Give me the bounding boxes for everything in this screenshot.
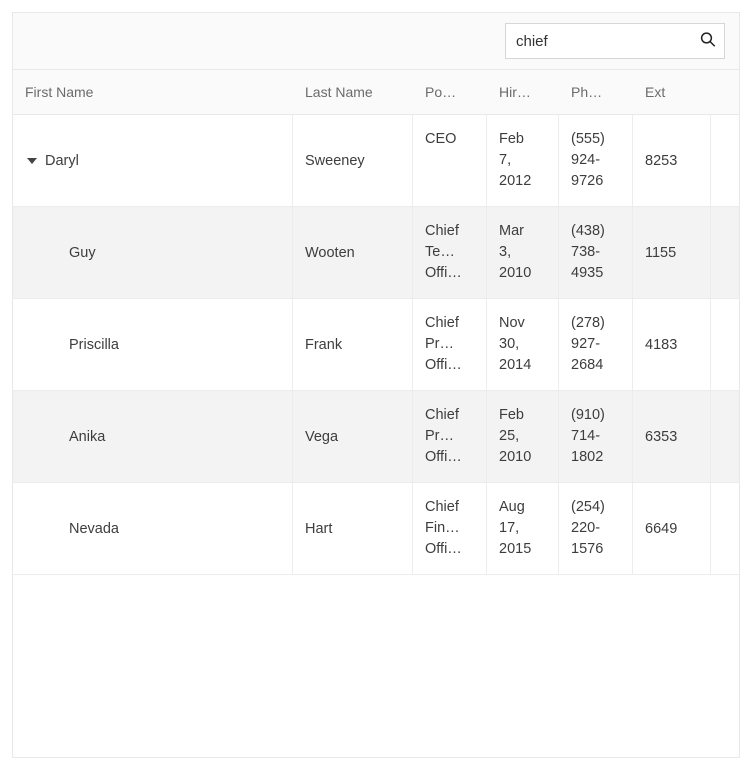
search-input[interactable]	[505, 23, 725, 59]
cell-first-name: Nevada	[13, 483, 293, 574]
table-row[interactable]: Anika VegaChiefPr…Offi…Feb25,2010(910)714…	[13, 391, 739, 483]
header-phone[interactable]: Ph…	[559, 70, 633, 114]
first-name-text: Nevada	[69, 521, 119, 537]
cell-spacer	[711, 483, 739, 574]
cell-last-name: Sweeney	[293, 115, 413, 206]
cell-ext: 4183	[633, 299, 711, 390]
header-first-name[interactable]: First Name	[13, 70, 293, 114]
cell-hire-date: Mar3,2010	[487, 207, 559, 298]
first-name-text: Guy	[69, 245, 96, 261]
header-position[interactable]: Po…	[413, 70, 487, 114]
treelist-grid: First Name Last Name Po… Hir… Ph… Ext Da…	[13, 70, 739, 575]
cell-first-name: Daryl	[13, 115, 293, 206]
search-wrap	[505, 23, 725, 59]
cell-last-name: Wooten	[293, 207, 413, 298]
cell-position: CEO	[413, 115, 487, 206]
cell-hire-date: Aug17,2015	[487, 483, 559, 574]
cell-ext: 6649	[633, 483, 711, 574]
expand-icon[interactable]	[27, 158, 37, 164]
cell-first-name: Anika	[13, 391, 293, 482]
cell-ext: 6353	[633, 391, 711, 482]
cell-hire-date: Feb7,2012	[487, 115, 559, 206]
cell-position: ChiefFin…Offi…	[413, 483, 487, 574]
first-name-text: Priscilla	[69, 337, 119, 353]
table-row[interactable]: Daryl SweeneyCEOFeb7,2012(555)924-9726825…	[13, 115, 739, 207]
cell-spacer	[711, 391, 739, 482]
first-name-text: Daryl	[45, 153, 79, 169]
cell-phone: (254)220-1576	[559, 483, 633, 574]
cell-phone: (910)714-1802	[559, 391, 633, 482]
cell-last-name: Vega	[293, 391, 413, 482]
header-spacer	[711, 70, 739, 114]
header-ext[interactable]: Ext	[633, 70, 711, 114]
cell-last-name: Frank	[293, 299, 413, 390]
cell-position: ChiefPr…Offi…	[413, 299, 487, 390]
cell-position: ChiefPr…Offi…	[413, 391, 487, 482]
treelist-panel: First Name Last Name Po… Hir… Ph… Ext Da…	[12, 12, 740, 758]
cell-spacer	[711, 207, 739, 298]
cell-hire-date: Nov30,2014	[487, 299, 559, 390]
cell-ext: 1155	[633, 207, 711, 298]
header-hire-date[interactable]: Hir…	[487, 70, 559, 114]
cell-first-name: Guy	[13, 207, 293, 298]
cell-hire-date: Feb25,2010	[487, 391, 559, 482]
table-body: Daryl SweeneyCEOFeb7,2012(555)924-9726825…	[13, 115, 739, 575]
cell-spacer	[711, 115, 739, 206]
cell-first-name: Priscilla	[13, 299, 293, 390]
cell-position: ChiefTe…Offi…	[413, 207, 487, 298]
cell-last-name: Hart	[293, 483, 413, 574]
table-row[interactable]: Nevada HartChiefFin…Offi…Aug17,2015(254)2…	[13, 483, 739, 575]
cell-phone: (555)924-9726	[559, 115, 633, 206]
cell-spacer	[711, 299, 739, 390]
toolbar	[13, 13, 739, 70]
first-name-text: Anika	[69, 429, 105, 445]
cell-phone: (278)927-2684	[559, 299, 633, 390]
cell-ext: 8253	[633, 115, 711, 206]
header-row: First Name Last Name Po… Hir… Ph… Ext	[13, 70, 739, 115]
table-row[interactable]: Guy WootenChiefTe…Offi…Mar3,2010(438)738-…	[13, 207, 739, 299]
cell-phone: (438)738-4935	[559, 207, 633, 298]
table-row[interactable]: Priscilla FrankChiefPr…Offi…Nov30,2014(27…	[13, 299, 739, 391]
header-last-name[interactable]: Last Name	[293, 70, 413, 114]
